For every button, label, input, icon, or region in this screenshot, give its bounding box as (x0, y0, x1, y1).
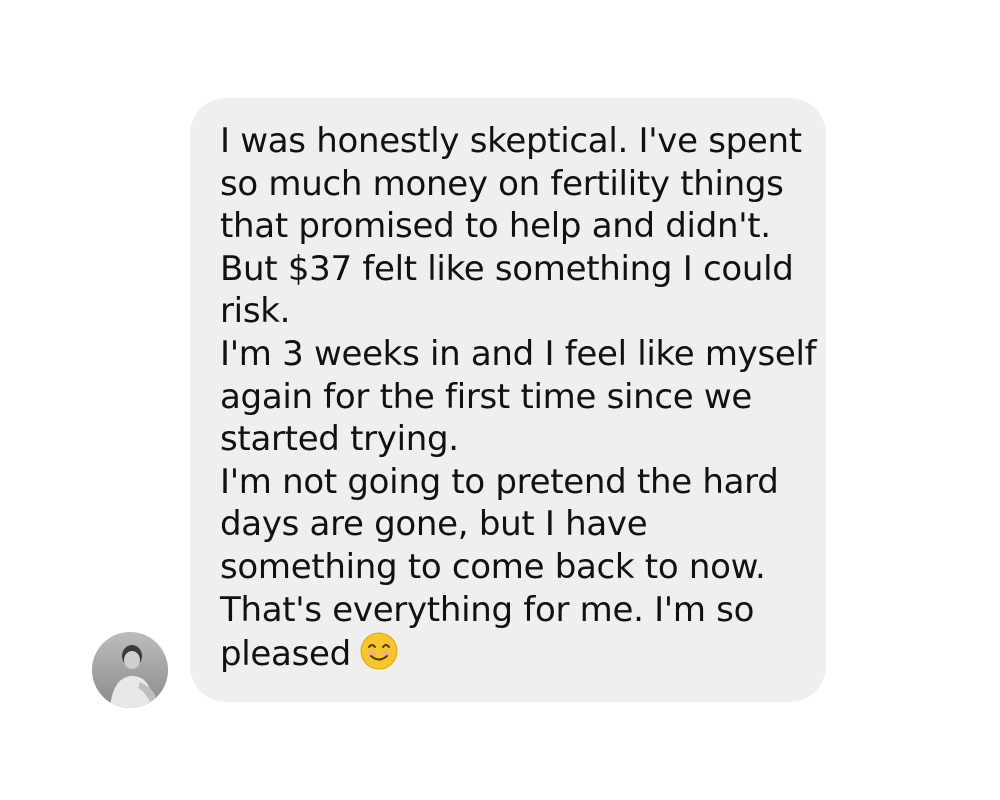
message-line: But $37 felt like something I could (220, 248, 794, 289)
message-line: so much money on fertility things (220, 163, 784, 204)
smiling-face-emoji-icon (359, 631, 399, 671)
message-line-text: pleased (220, 634, 351, 675)
message-line: That's everything for me. I'm so (220, 589, 755, 630)
message-line: risk. (220, 291, 291, 332)
message-line: days are gone, but I have (220, 504, 648, 545)
message-line: I'm 3 weeks in and I feel like myself (220, 333, 817, 374)
message-line: again for the first time since we (220, 376, 753, 417)
message-row: I was honestly skeptical. I've spent so … (0, 0, 1000, 800)
person-photo-avatar-icon (92, 632, 168, 708)
message-line: that promised to help and didn't. (220, 206, 771, 247)
message-line: I'm not going to pretend the hard (220, 461, 779, 502)
sender-avatar[interactable] (92, 632, 168, 708)
message-bubble[interactable]: I was honestly skeptical. I've spent so … (190, 98, 826, 702)
message-line: something to come back to now. (220, 546, 766, 587)
message-line-last: pleased (220, 631, 806, 676)
message-text: I was honestly skeptical. I've spent so … (220, 120, 817, 676)
message-line: started trying. (220, 419, 459, 460)
message-line: I was honestly skeptical. I've spent (220, 121, 802, 161)
